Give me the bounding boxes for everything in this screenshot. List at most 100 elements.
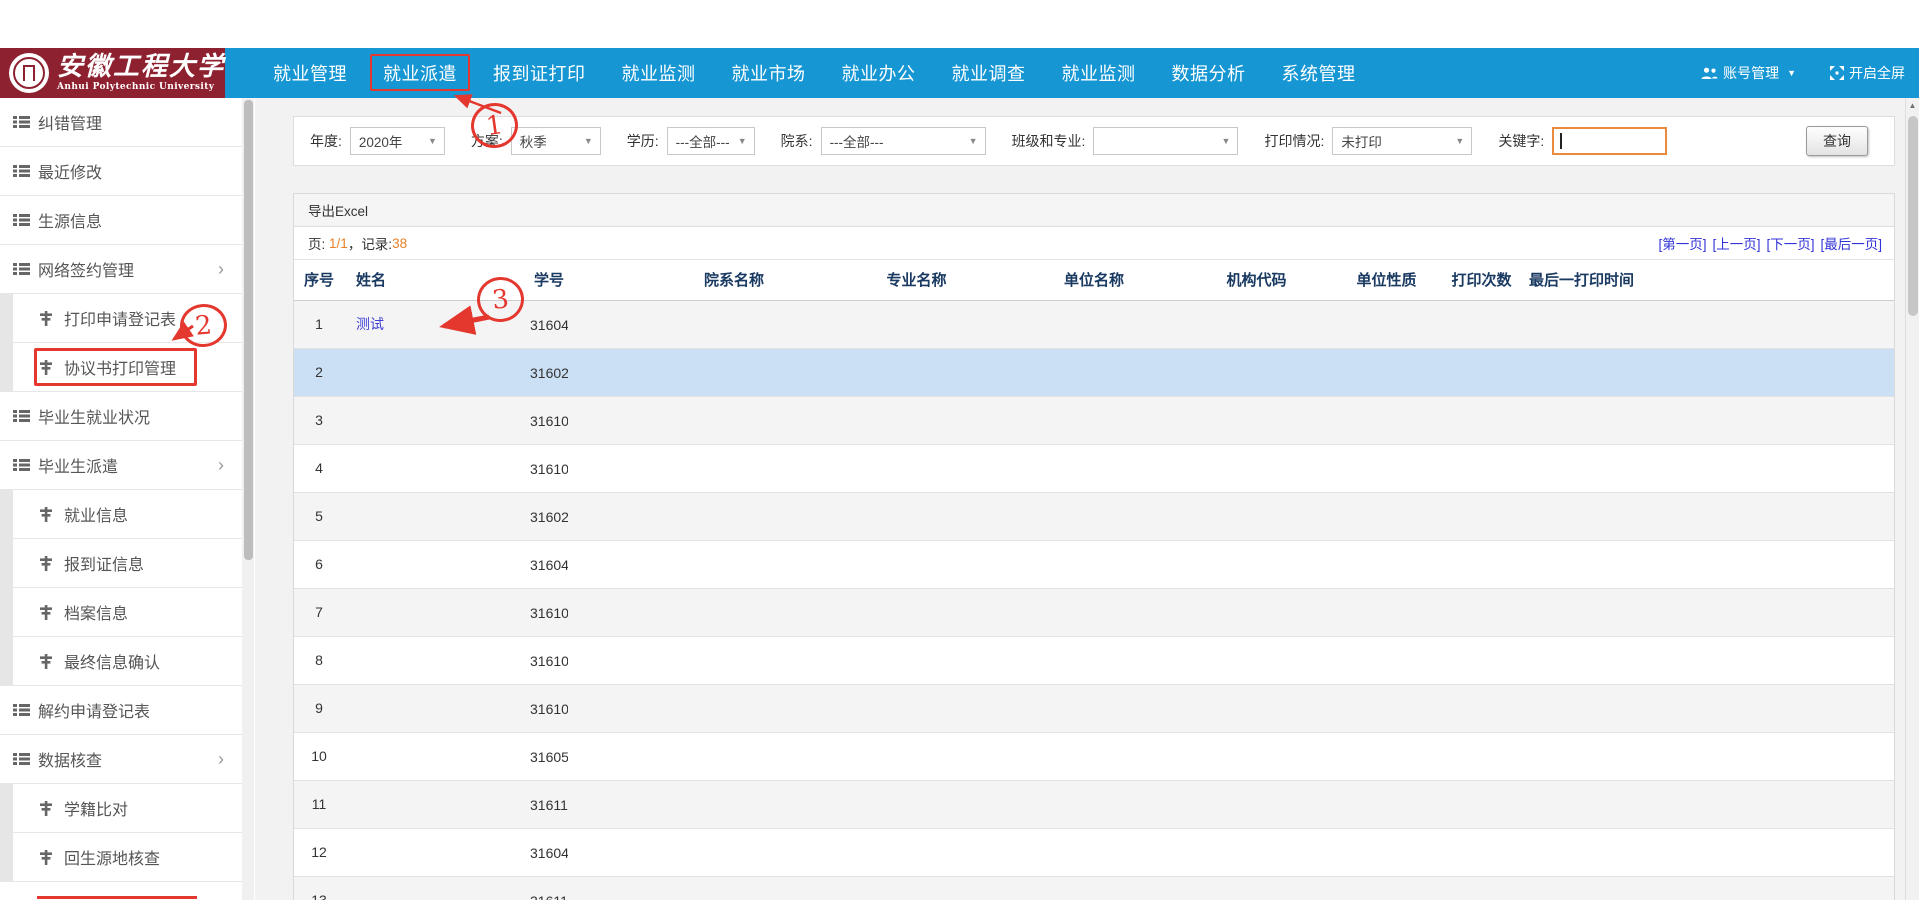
sidebar-item[interactable]: 毕业生派遣› xyxy=(0,441,242,490)
table-row[interactable]: 731610 xyxy=(294,588,1894,636)
pagination-link[interactable]: [第一页] xyxy=(1658,233,1706,253)
results-panel: 导出Excel 页: 1/1，记录:38 [第一页][上一页][下一页][最后一… xyxy=(293,193,1895,900)
table-row[interactable]: 531602 xyxy=(294,492,1894,540)
sidebar-item[interactable]: 网络签约管理› xyxy=(0,245,242,294)
nav-item[interactable]: 数据分析 xyxy=(1154,48,1264,98)
cell-empty xyxy=(1179,828,1334,876)
cell-empty xyxy=(1009,588,1179,636)
cell-student-id: 31604 xyxy=(454,300,644,348)
nav-item[interactable]: 报到证打印 xyxy=(475,48,604,98)
nav-item[interactable]: 就业市场 xyxy=(714,48,824,98)
sidebar-item[interactable]: 毕业生就业状况 xyxy=(0,392,242,441)
filter-select[interactable]: 2020年▼ xyxy=(350,127,445,155)
sidebar-item-label: 协议书打印管理 xyxy=(64,355,176,379)
cell-seq: 4 xyxy=(294,444,344,492)
nav-item-label: 就业监测 xyxy=(1062,60,1136,86)
student-name-link[interactable]: 测试 xyxy=(356,316,384,332)
chevron-down-icon: ▼ xyxy=(1455,136,1464,146)
pagination-bar: 页: 1/1，记录:38 [第一页][上一页][下一页][最后一页] xyxy=(294,227,1894,260)
annotation-partial-box-bottom xyxy=(37,896,197,899)
sidebar-item[interactable]: 回生源地核查 xyxy=(0,833,242,882)
nav-item[interactable]: 系统管理 xyxy=(1264,48,1374,98)
sidebar-item[interactable]: 档案信息 xyxy=(0,588,242,637)
sidebar-item[interactable]: 打印申请登记表 xyxy=(0,294,242,343)
table-row[interactable]: 631604 xyxy=(294,540,1894,588)
table-row[interactable]: 431610 xyxy=(294,444,1894,492)
cell-empty xyxy=(824,684,1009,732)
filter-select-value: 秋季 xyxy=(520,131,547,151)
cell-student-id: 31610 xyxy=(454,684,644,732)
column-header-filler xyxy=(1639,260,1894,300)
sidebar-item[interactable]: 最近修改 xyxy=(0,147,242,196)
nav-item[interactable]: 就业调查 xyxy=(934,48,1044,98)
table-row[interactable]: 1031605 xyxy=(294,732,1894,780)
pagination-link[interactable]: [下一页] xyxy=(1766,233,1814,253)
cell-empty xyxy=(1524,348,1639,396)
export-excel-button[interactable]: 导出Excel xyxy=(308,200,368,220)
cell-empty xyxy=(644,876,824,900)
sidebar-item[interactable]: 最终信息确认 xyxy=(0,637,242,686)
table-row[interactable]: 1131611 xyxy=(294,780,1894,828)
search-button[interactable]: 查询 xyxy=(1806,126,1868,156)
filter-select[interactable]: 秋季 ▼ xyxy=(511,127,601,155)
cell-student-id: 31610 xyxy=(454,396,644,444)
submenu-signpost-icon xyxy=(39,654,53,669)
filter-select[interactable]: 未打印▼ xyxy=(1332,127,1472,155)
nav-item[interactable]: 就业办公 xyxy=(824,48,934,98)
cell-empty xyxy=(1639,828,1894,876)
cell-empty xyxy=(1524,780,1639,828)
sidebar-item-label: 打印申请登记表 xyxy=(64,306,176,330)
sidebar-item[interactable]: 纠错管理 xyxy=(0,98,242,147)
account-menu[interactable]: 账号管理 ▼ xyxy=(1701,63,1796,83)
header-right-links: 账号管理 ▼ 开启全屏 xyxy=(1701,48,1905,98)
table-row[interactable]: 331610 xyxy=(294,396,1894,444)
sidebar-item[interactable]: 协议书打印管理 xyxy=(0,343,242,392)
pagination-separator: ， xyxy=(348,233,362,253)
cell-empty xyxy=(1524,492,1639,540)
cell-name xyxy=(344,444,454,492)
cell-empty xyxy=(824,732,1009,780)
table-row[interactable]: 931610 xyxy=(294,684,1894,732)
filter-select[interactable]: ▼ xyxy=(1093,127,1238,155)
sidebar-scrollbar-thumb[interactable] xyxy=(244,100,253,560)
sidebar-item[interactable]: 生源信息 xyxy=(0,196,242,245)
nav-item[interactable]: 就业监测 xyxy=(1044,48,1154,98)
student-id-value: 31611 xyxy=(530,893,568,900)
column-header: 专业名称 xyxy=(824,260,1009,300)
cell-empty xyxy=(1639,588,1894,636)
sidebar-item[interactable]: 数据核查› xyxy=(0,735,242,784)
nav-item[interactable]: 就业派遣 xyxy=(365,48,475,98)
sidebar-scrollbar[interactable] xyxy=(242,98,254,900)
nav-item-label: 数据分析 xyxy=(1172,60,1246,86)
pagination-link[interactable]: [最后一页] xyxy=(1820,233,1882,253)
page-scrollbar[interactable]: ▲ xyxy=(1905,98,1919,900)
cell-empty xyxy=(644,636,824,684)
table-row[interactable]: 831610 xyxy=(294,636,1894,684)
nav-item[interactable]: 就业管理 xyxy=(255,48,365,98)
filter-select[interactable]: ---全部---▼ xyxy=(821,127,986,155)
page: 安徽工程大学 Anhui Polytechnic University 就业管理… xyxy=(0,0,1919,900)
table-row[interactable]: 1测试31604 xyxy=(294,300,1894,348)
chevron-down-icon: ▼ xyxy=(584,136,593,146)
cell-seq: 7 xyxy=(294,588,344,636)
sidebar-item[interactable]: 报到证信息 xyxy=(0,539,242,588)
scroll-up-arrow-icon[interactable]: ▲ xyxy=(1906,101,1919,110)
keyword-input[interactable] xyxy=(1552,127,1667,155)
sidebar-item-label: 网络签约管理 xyxy=(38,257,134,281)
fullscreen-button[interactable]: 开启全屏 xyxy=(1830,63,1905,83)
sidebar-item[interactable]: 就业信息 xyxy=(0,490,242,539)
sidebar-item[interactable]: 解约申请登记表 xyxy=(0,686,242,735)
fullscreen-label: 开启全屏 xyxy=(1849,63,1905,83)
table-row[interactable]: 1331611 xyxy=(294,876,1894,900)
nav-item[interactable]: 就业监测 xyxy=(604,48,714,98)
results-table: 序号姓名学号院系名称专业名称单位名称机构代码单位性质打印次数最后一打印时间 1测… xyxy=(294,260,1894,900)
page-scrollbar-thumb[interactable] xyxy=(1908,116,1918,316)
cell-name xyxy=(344,732,454,780)
table-row[interactable]: 231602 xyxy=(294,348,1894,396)
pagination-link[interactable]: [上一页] xyxy=(1712,233,1760,253)
sidebar-item[interactable]: 学籍比对 xyxy=(0,784,242,833)
table-row[interactable]: 1231604 xyxy=(294,828,1894,876)
filter-select[interactable]: ---全部---▼ xyxy=(667,127,755,155)
column-header: 单位性质 xyxy=(1334,260,1439,300)
cell-empty xyxy=(1524,396,1639,444)
